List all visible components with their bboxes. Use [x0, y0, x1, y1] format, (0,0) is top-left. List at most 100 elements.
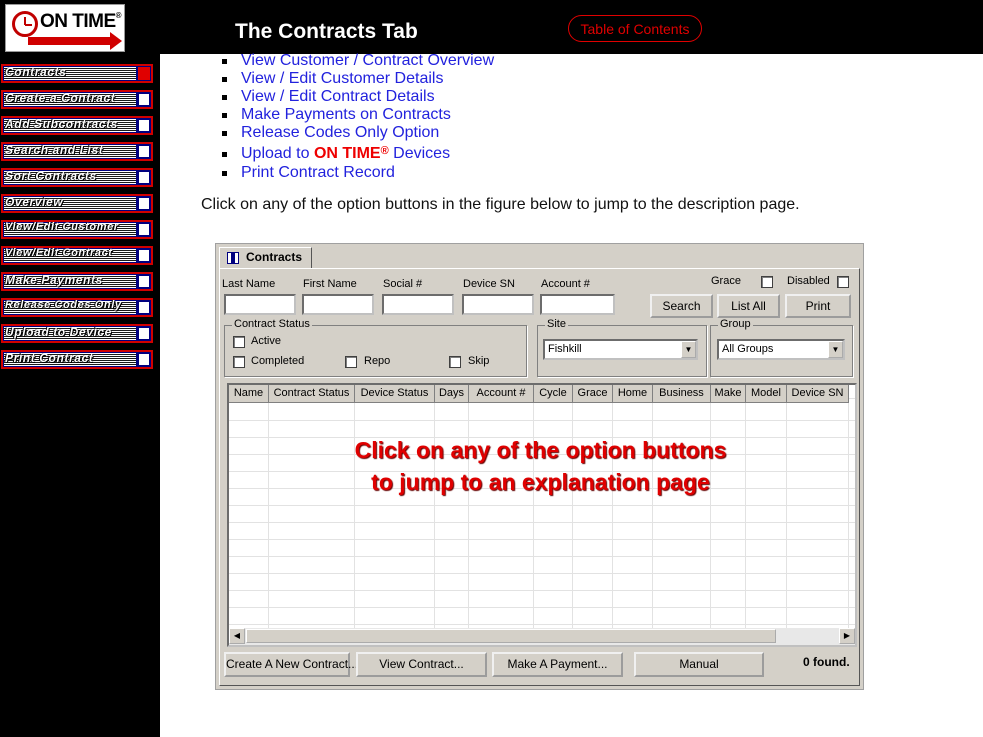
group-title: Group [718, 318, 753, 330]
print-button[interactable]: Print [785, 294, 851, 318]
account-input[interactable] [540, 294, 615, 315]
sidebar-item-search-and-list[interactable]: Search and List [1, 142, 153, 161]
arrow-head-icon [110, 32, 122, 50]
group-dropdown[interactable]: All Groups ▼ [717, 339, 845, 360]
logo-text: ON TIME® [40, 11, 122, 32]
link-edit-contract[interactable]: View / Edit Contract Details [241, 88, 435, 105]
sidebar-item-overview[interactable]: Overview [1, 194, 153, 213]
sidebar-item-print-contract[interactable]: Print Contract [1, 350, 153, 369]
search-button[interactable]: Search [650, 294, 713, 318]
scroll-right-icon[interactable]: ▶ [839, 628, 855, 644]
sidebar-item-label: Create a Contract [5, 91, 116, 105]
grid-header: Name Contract Status Device Status Days … [229, 385, 849, 403]
indicator-icon [139, 302, 149, 313]
view-contract-button[interactable]: View Contract... [356, 652, 487, 677]
contracts-window: Contracts Last Name First Name Social # … [215, 243, 864, 690]
account-label: Account # [541, 278, 590, 290]
manual-button[interactable]: Manual [634, 652, 764, 677]
column-header[interactable]: Name [229, 385, 269, 403]
column-header[interactable]: Contract Status [269, 385, 355, 403]
sidebar-nav: Contracts Create a Contract Add Subcontr… [0, 54, 160, 737]
sidebar-item-sort-contracts[interactable]: Sort Contracts [1, 168, 153, 187]
scroll-left-icon[interactable]: ◀ [229, 628, 245, 644]
sidebar-item-release-codes-only[interactable]: Release Codes Only [1, 298, 153, 317]
grid-line [533, 403, 534, 628]
repo-checkbox[interactable] [345, 356, 357, 368]
make-payment-button[interactable]: Make A Payment... [492, 652, 623, 677]
social-input[interactable] [382, 294, 454, 315]
column-header[interactable]: Make [711, 385, 746, 403]
indicator-icon [139, 354, 149, 365]
column-header[interactable]: Cycle [534, 385, 573, 403]
skip-checkbox[interactable] [449, 356, 461, 368]
column-header[interactable]: Model [746, 385, 787, 403]
column-header[interactable]: Business [653, 385, 711, 403]
sidebar-item-label: Upload to Device [5, 325, 112, 339]
site-dropdown[interactable]: Fishkill ▼ [543, 339, 698, 360]
grid-line [468, 403, 469, 628]
link-make-payments[interactable]: Make Payments on Contracts [241, 106, 451, 123]
grid-line [710, 403, 711, 628]
active-checkbox[interactable] [233, 336, 245, 348]
disabled-checkbox[interactable] [837, 276, 849, 288]
device-sn-input[interactable] [462, 294, 534, 315]
list-all-button[interactable]: List All [717, 294, 780, 318]
first-name-label: First Name [303, 278, 357, 290]
column-header[interactable]: Grace [573, 385, 613, 403]
list-item: Upload to ON TIME® Devices [222, 145, 494, 164]
sidebar-item-view-edit-contract[interactable]: View/Edit Contract [1, 246, 153, 265]
grid-line [572, 403, 573, 628]
chevron-down-icon[interactable]: ▼ [681, 341, 696, 358]
create-new-contract-button[interactable]: Create A New Contract... [224, 652, 358, 677]
on-time-logo[interactable]: ON TIME® [5, 4, 125, 52]
sidebar-item-upload-to-device[interactable]: Upload to Device [1, 324, 153, 343]
sidebar-item-contracts[interactable]: Contracts [1, 64, 153, 83]
indicator-icon [138, 67, 150, 80]
contract-status-group: Contract Status Active Completed Repo Sk… [224, 318, 527, 377]
completed-label: Completed [251, 355, 305, 367]
grid-line [354, 403, 355, 628]
link-print-contract[interactable]: Print Contract Record [241, 164, 395, 181]
contract-status-title: Contract Status [232, 318, 312, 330]
link-overview[interactable]: View Customer / Contract Overview [241, 52, 494, 69]
column-header[interactable]: Device Status [355, 385, 435, 403]
sidebar-item-add-subcontracts[interactable]: Add Subcontracts [1, 116, 153, 135]
sidebar-item-view-edit-customer[interactable]: View/Edit Customer [1, 220, 153, 239]
sidebar-item-make-payments[interactable]: Make Payments [1, 272, 153, 291]
table-of-contents-button[interactable]: Table of Contents [568, 15, 702, 42]
first-name-input[interactable] [302, 294, 374, 315]
link-edit-customer[interactable]: View / Edit Customer Details [241, 70, 443, 87]
group-value: All Groups [722, 343, 774, 355]
grid-line [848, 403, 849, 628]
list-item: Print Contract Record [222, 164, 494, 182]
column-header[interactable]: Account # [469, 385, 534, 403]
column-header[interactable]: Device SN [787, 385, 849, 403]
indicator-icon [139, 94, 149, 105]
indicator-icon [139, 224, 149, 235]
column-header[interactable]: Days [435, 385, 469, 403]
list-item: View / Edit Contract Details [222, 88, 494, 106]
column-header[interactable]: Home [613, 385, 653, 403]
scrollbar-thumb[interactable] [246, 629, 776, 643]
link-upload-devices[interactable]: Upload to ON TIME® Devices [241, 145, 450, 162]
tab-label: Contracts [246, 250, 303, 264]
contracts-panel: Last Name First Name Social # Device SN … [219, 268, 860, 686]
link-release-codes[interactable]: Release Codes Only Option [241, 124, 439, 141]
indicator-icon [139, 328, 149, 339]
grace-checkbox[interactable] [761, 276, 773, 288]
site-value: Fishkill [548, 343, 582, 355]
tab-contracts[interactable]: Contracts [219, 247, 312, 268]
indicator-icon [139, 250, 149, 261]
indicator-icon [139, 146, 149, 157]
instruction-text: Click on any of the option buttons in th… [201, 196, 800, 213]
completed-checkbox[interactable] [233, 356, 245, 368]
contracts-grid[interactable]: Name Contract Status Device Status Days … [227, 383, 857, 647]
grid-line [745, 403, 746, 628]
indicator-icon [139, 198, 149, 209]
sidebar-item-label: Print Contract [5, 351, 94, 365]
horizontal-scrollbar[interactable]: ◀ ▶ [229, 628, 855, 645]
last-name-input[interactable] [224, 294, 296, 315]
sidebar-item-label: Release Codes Only [5, 299, 122, 311]
chevron-down-icon[interactable]: ▼ [828, 341, 843, 358]
sidebar-item-create-contract[interactable]: Create a Contract [1, 90, 153, 109]
